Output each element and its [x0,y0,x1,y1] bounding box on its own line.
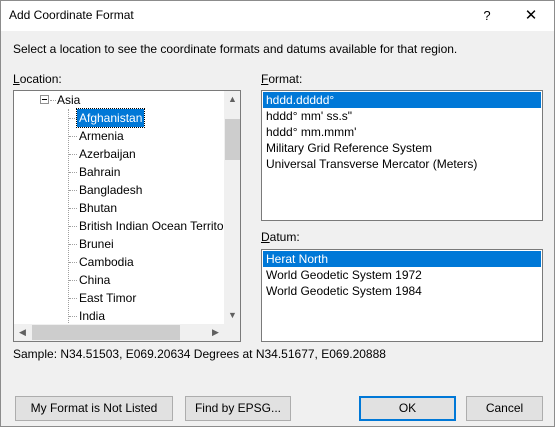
horizontal-scroll-thumb[interactable] [32,325,180,340]
close-icon[interactable]: ✕ [508,1,554,30]
datum-list[interactable]: Herat North World Geodetic System 1972 Wor… [261,249,543,342]
tree-connector [69,226,77,227]
tree-node-label: Asia [57,93,81,107]
tree-connector [69,208,77,209]
tree-node-country[interactable]: Bhutan [14,199,224,217]
tree-node-label: Azerbaijan [79,147,136,161]
tree-node-label: Bahrain [79,165,121,179]
location-label: Location: [13,72,62,86]
tree-node-country[interactable]: Brunei [14,235,224,253]
format-list-item[interactable]: hddd° mm.mmm' [263,124,541,140]
tree-node-label: Afghanistan [75,108,146,128]
tree-node-country[interactable]: Armenia [14,127,224,145]
datum-list-item[interactable]: Herat North [263,251,541,267]
tree-node-country[interactable]: India [14,307,224,324]
my-format-not-listed-button[interactable]: My Format is Not Listed [15,396,173,421]
datum-list-item[interactable]: World Geodetic System 1972 [263,267,541,283]
tree-node-label: Bangladesh [79,183,143,197]
ok-button[interactable]: OK [359,396,456,421]
sample-text: Sample: N34.51503, E069.20634 Degrees at… [13,347,386,361]
find-by-epsg-button[interactable]: Find by EPSG... [185,396,291,421]
tree-node-country[interactable]: British Indian Ocean Territory [14,217,224,235]
tree-node-country[interactable]: Bangladesh [14,181,224,199]
location-horizontal-scrollbar[interactable]: ◀ ▶ [14,324,224,341]
tree-node-label: China [79,273,111,287]
format-list-item[interactable]: hddd.ddddd° [263,92,541,108]
scroll-up-icon[interactable]: ▲ [224,91,240,108]
scroll-down-icon[interactable]: ▼ [224,307,240,324]
tree-connector [69,298,77,299]
tree-node-label: Cambodia [79,255,134,269]
format-list[interactable]: hddd.ddddd° hddd° mm' ss.s" hddd° mm.mmm' M… [261,90,543,221]
tree-connector [50,100,56,101]
tree-node-country[interactable]: China [14,271,224,289]
tree-node-label: India [79,309,106,323]
datum-list-item[interactable]: World Geodetic System 1984 [263,283,541,299]
cancel-button[interactable]: Cancel [466,396,543,421]
tree-connector [69,262,77,263]
location-tree[interactable]: Asia Afghanistan Armenia Azerbaijan Bahrain… [13,90,241,342]
tree-connector [69,172,77,173]
location-vertical-scrollbar[interactable]: ▲ ▼ [224,91,240,324]
tree-connector [69,136,77,137]
tree-node-country[interactable]: East Timor [14,289,224,307]
tree-node-country[interactable]: Bahrain [14,163,224,181]
tree-connector [69,190,77,191]
tree-connector [69,280,77,281]
tree-node-label: Brunei [79,237,114,251]
scrollbar-corner [224,324,240,341]
format-list-item[interactable]: Military Grid Reference System [263,140,541,156]
tree-connector [69,118,77,119]
collapse-icon[interactable] [40,95,49,104]
format-list-item[interactable]: Universal Transverse Mercator (Meters) [263,156,541,172]
scroll-right-icon[interactable]: ▶ [207,324,224,341]
tree-node-label: Armenia [79,129,124,143]
add-coordinate-format-dialog: Add Coordinate Format ? ✕ Select a locat… [0,0,555,427]
window-title: Add Coordinate Format [9,8,134,22]
location-tree-items: Asia Afghanistan Armenia Azerbaijan Bahrain… [14,91,224,324]
tree-connector [69,154,77,155]
tree-node-label: East Timor [79,291,137,305]
tree-node-country[interactable]: Azerbaijan [14,145,224,163]
vertical-scroll-thumb[interactable] [225,119,240,160]
tree-connector [69,244,77,245]
datum-label: Datum: [261,230,300,244]
tree-node-label: British Indian Ocean Territory [79,219,224,233]
format-list-item[interactable]: hddd° mm' ss.s" [263,108,541,124]
tree-node-country[interactable]: Cambodia [14,253,224,271]
tree-node-asia[interactable]: Asia [14,91,224,109]
tree-node-country[interactable]: Afghanistan [14,108,224,128]
instruction-text: Select a location to see the coordinate … [13,42,458,56]
title-bar: Add Coordinate Format ? ✕ [1,1,554,31]
help-icon[interactable]: ? [464,1,510,30]
tree-node-label: Bhutan [79,201,118,215]
format-label: Format: [261,72,303,86]
tree-connector [69,316,77,317]
scroll-left-icon[interactable]: ◀ [14,324,31,341]
